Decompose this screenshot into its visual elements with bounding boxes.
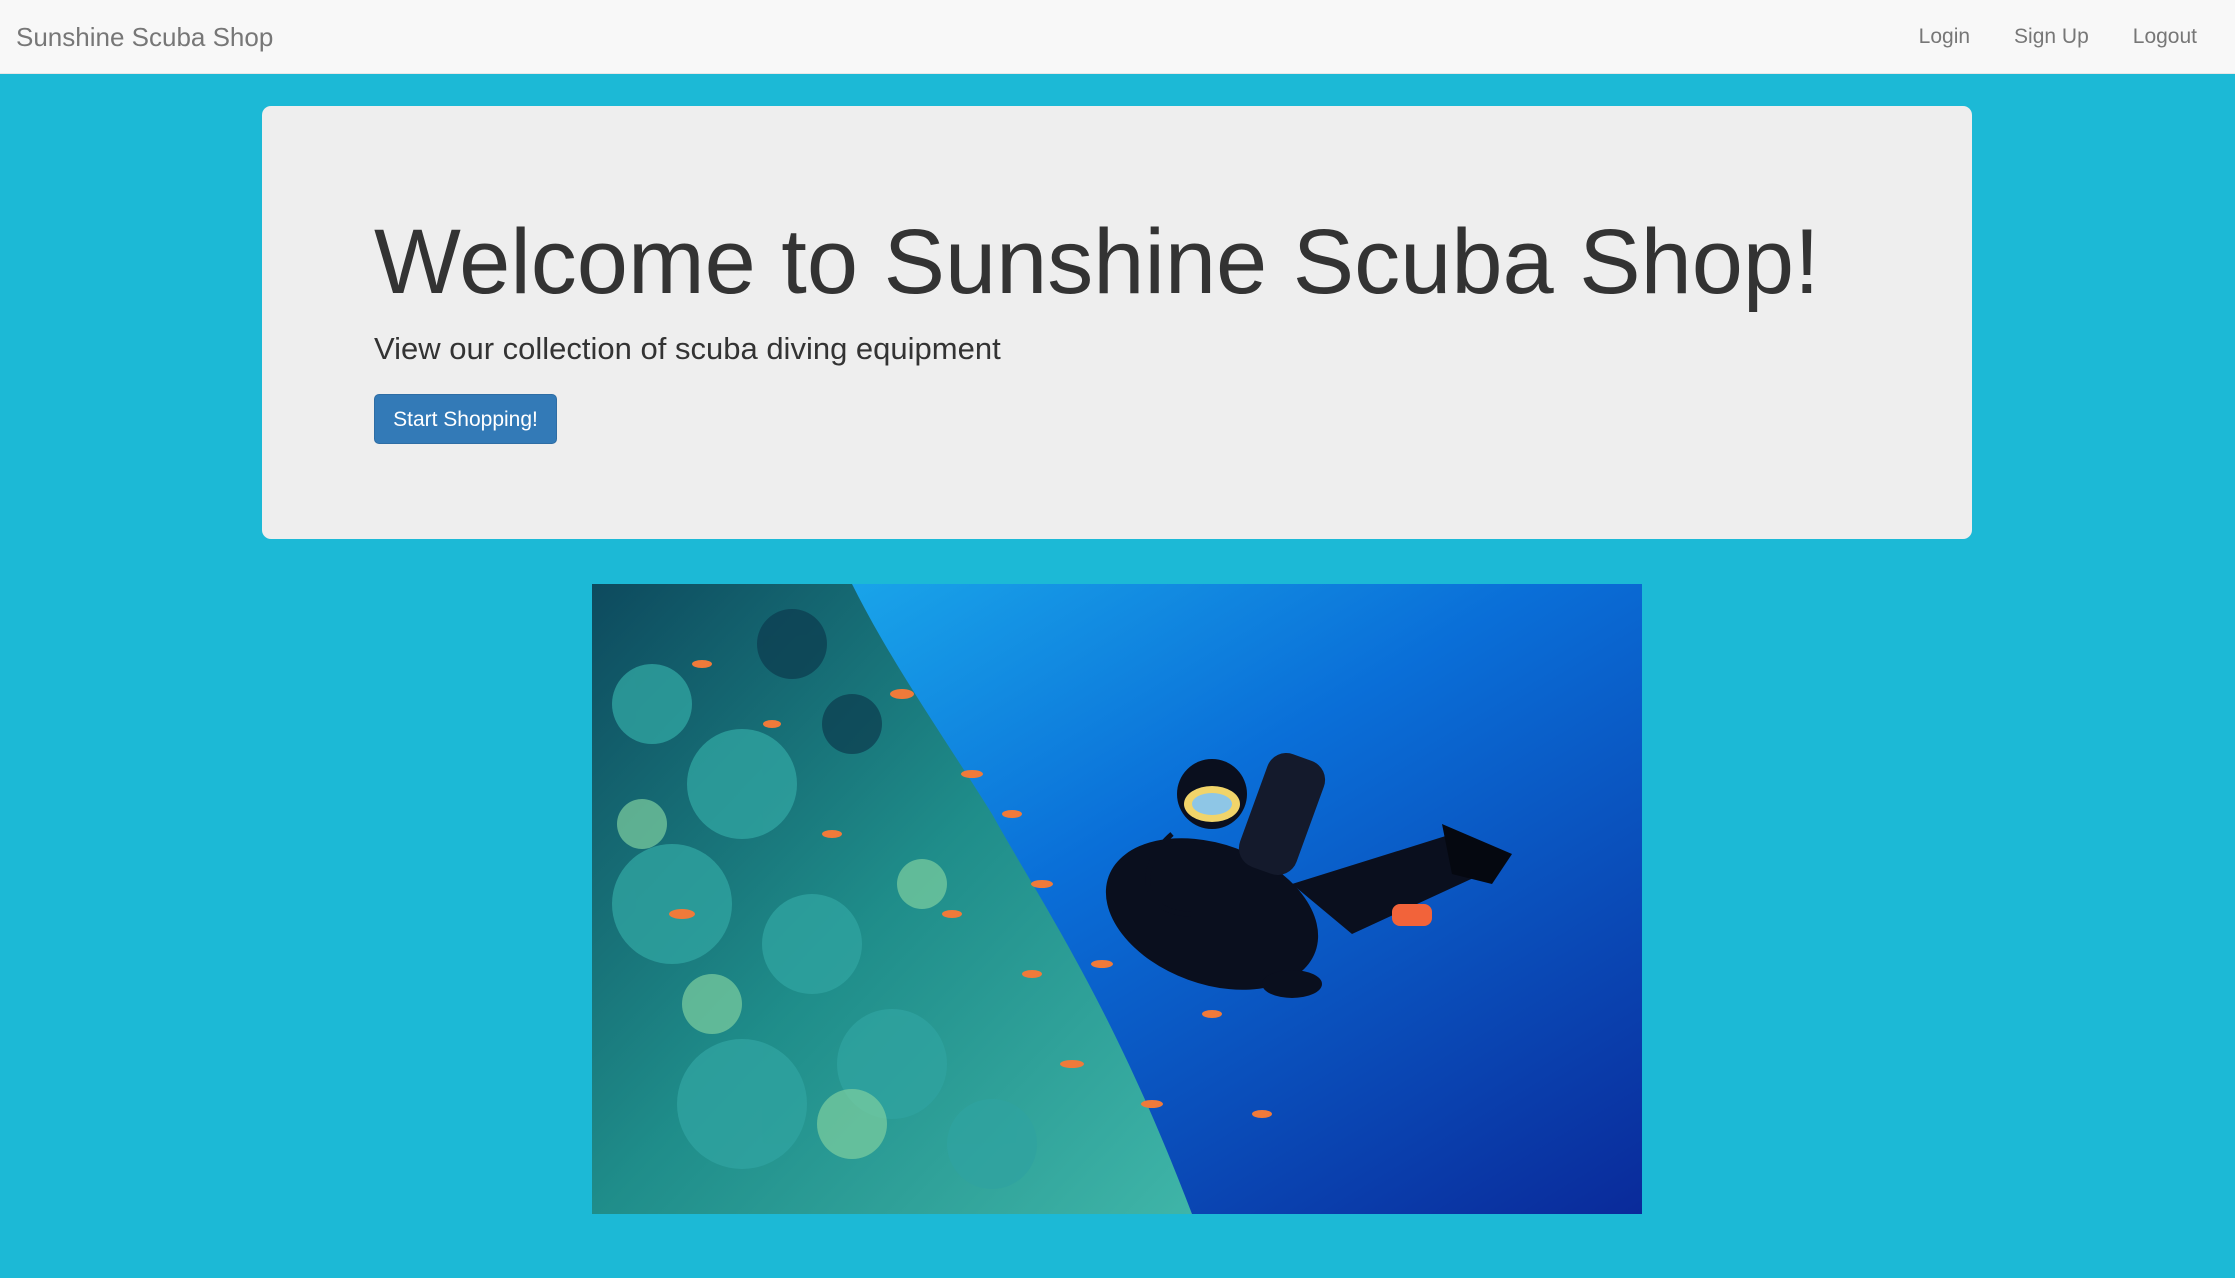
page-subtitle: View our collection of scuba diving equi… — [374, 331, 1001, 366]
start-shopping-button[interactable]: Start Shopping! — [374, 394, 557, 444]
logout-link[interactable]: Logout — [2111, 0, 2235, 74]
scuba-diver-image — [592, 584, 1642, 1214]
hero-image — [592, 584, 1642, 1214]
navbar: Sunshine Scuba Shop Login Sign Up Logout — [0, 0, 2235, 74]
jumbotron: Welcome to Sunshine Scuba Shop! View our… — [262, 106, 1972, 539]
page-title: Welcome to Sunshine Scuba Shop! — [374, 211, 1820, 313]
brand-link[interactable]: Sunshine Scuba Shop — [16, 0, 273, 74]
signup-link[interactable]: Sign Up — [1992, 0, 2111, 74]
login-link[interactable]: Login — [1897, 0, 1992, 74]
nav-links: Login Sign Up Logout — [1897, 0, 2235, 74]
